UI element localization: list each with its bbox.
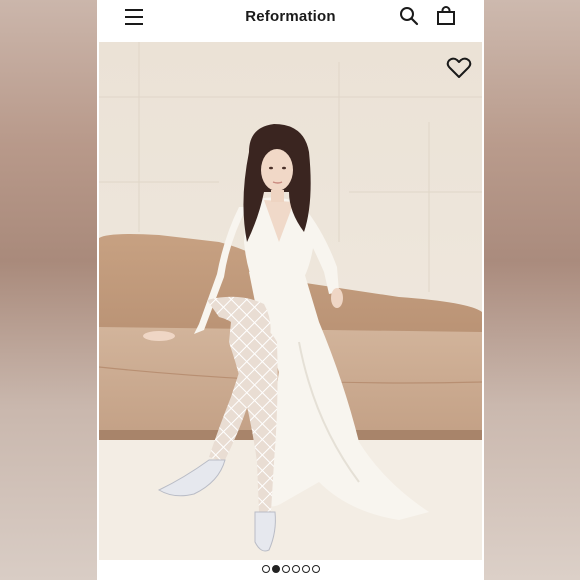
site-header: Reformation: [97, 0, 484, 42]
blurred-backdrop-right: [483, 0, 580, 580]
pagination-dot-active[interactable]: [271, 565, 280, 573]
model-photo: [99, 42, 482, 560]
blurred-backdrop-left: [0, 0, 97, 580]
mobile-product-page: Reformation: [97, 0, 484, 580]
image-pagination: [97, 565, 484, 573]
pagination-dot[interactable]: [301, 565, 310, 573]
shopping-bag-icon[interactable]: [436, 6, 456, 26]
heart-outline-icon[interactable]: [446, 56, 472, 80]
pagination-dot[interactable]: [281, 565, 290, 573]
brand-logo[interactable]: Reformation: [97, 8, 484, 25]
search-icon[interactable]: [399, 6, 419, 26]
pagination-dot[interactable]: [291, 565, 300, 573]
product-image[interactable]: [99, 42, 482, 560]
pagination-dot[interactable]: [311, 565, 320, 573]
pagination-dot[interactable]: [261, 565, 270, 573]
